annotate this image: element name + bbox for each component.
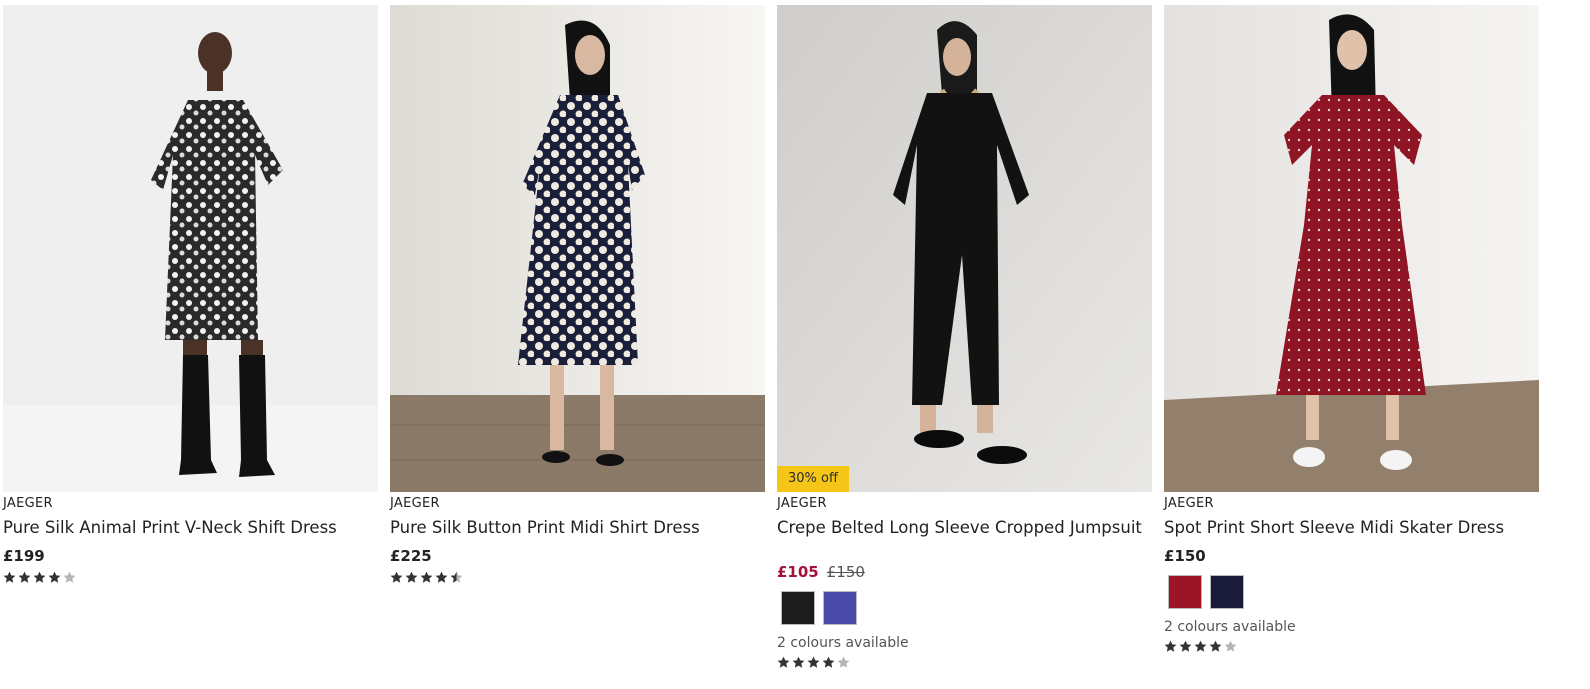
- product-brand: JAEGER: [3, 496, 53, 511]
- product-price: £105 £150: [777, 562, 1152, 582]
- star-filled-icon: [792, 656, 805, 668]
- product-grid: JAEGER Pure Silk Animal Print V-Neck Shi…: [0, 0, 1590, 689]
- star-filled-icon: [1194, 640, 1207, 652]
- product-brand: JAEGER: [1164, 496, 1214, 511]
- star-filled-icon: [3, 571, 16, 583]
- colour-swatch-black[interactable]: [781, 591, 815, 625]
- colours-available-text: 2 colours available: [1164, 619, 1296, 635]
- product-title[interactable]: Pure Silk Button Print Midi Shirt Dress: [390, 517, 765, 538]
- price-current: £150: [1164, 547, 1206, 565]
- colour-swatch-navy[interactable]: [1210, 575, 1244, 609]
- product-card[interactable]: JAEGER Pure Silk Button Print Midi Shirt…: [390, 5, 765, 584]
- product-title[interactable]: Crepe Belted Long Sleeve Cropped Jumpsui…: [777, 517, 1152, 559]
- product-title[interactable]: Pure Silk Animal Print V-Neck Shift Dres…: [3, 517, 378, 538]
- product-price: £225: [390, 546, 765, 566]
- price-current: £225: [390, 547, 432, 565]
- colour-swatch-purple[interactable]: [823, 591, 857, 625]
- colour-swatches: [1164, 575, 1539, 609]
- star-filled-icon: [390, 571, 403, 583]
- product-card[interactable]: JAEGER Pure Silk Animal Print V-Neck Shi…: [3, 5, 378, 584]
- rating-stars: [777, 656, 1152, 669]
- star-filled-icon: [777, 656, 790, 668]
- colours-available-text: 2 colours available: [777, 635, 909, 651]
- product-brand: JAEGER: [777, 496, 827, 511]
- discount-badge: 30% off: [777, 466, 849, 492]
- product-card[interactable]: 30% off JAEGER Crepe Belted Long Sleeve …: [777, 5, 1152, 669]
- price-sale: £105: [777, 563, 819, 581]
- product-price: £150: [1164, 546, 1539, 566]
- star-empty-icon: [1224, 640, 1237, 652]
- product-title[interactable]: Spot Print Short Sleeve Midi Skater Dres…: [1164, 517, 1539, 538]
- product-brand: JAEGER: [390, 496, 440, 511]
- star-filled-icon: [822, 656, 835, 668]
- rating-stars: [390, 571, 765, 584]
- star-filled-icon: [807, 656, 820, 668]
- star-half-icon: [450, 571, 463, 583]
- model-photo-icon: [3, 5, 378, 492]
- model-photo-icon: [390, 5, 765, 492]
- star-filled-icon: [1164, 640, 1177, 652]
- price-current: £199: [3, 547, 45, 565]
- star-filled-icon: [33, 571, 46, 583]
- colour-swatches: [777, 591, 1152, 625]
- rating-stars: [3, 571, 378, 584]
- price-was: £150: [826, 563, 865, 581]
- model-photo-icon: [1164, 5, 1539, 492]
- product-image[interactable]: [3, 5, 378, 492]
- product-image[interactable]: [390, 5, 765, 492]
- model-photo-icon: [777, 5, 1152, 492]
- star-empty-icon: [63, 571, 76, 583]
- star-filled-icon: [405, 571, 418, 583]
- star-empty-icon: [837, 656, 850, 668]
- rating-stars: [1164, 640, 1539, 653]
- product-image[interactable]: [1164, 5, 1539, 492]
- colour-swatch-red[interactable]: [1168, 575, 1202, 609]
- star-filled-icon: [48, 571, 61, 583]
- product-price: £199: [3, 546, 378, 566]
- star-filled-icon: [1179, 640, 1192, 652]
- star-filled-icon: [420, 571, 433, 583]
- star-filled-icon: [435, 571, 448, 583]
- product-card[interactable]: JAEGER Spot Print Short Sleeve Midi Skat…: [1164, 5, 1539, 653]
- star-filled-icon: [18, 571, 31, 583]
- star-filled-icon: [1209, 640, 1222, 652]
- product-image[interactable]: 30% off: [777, 5, 1152, 492]
